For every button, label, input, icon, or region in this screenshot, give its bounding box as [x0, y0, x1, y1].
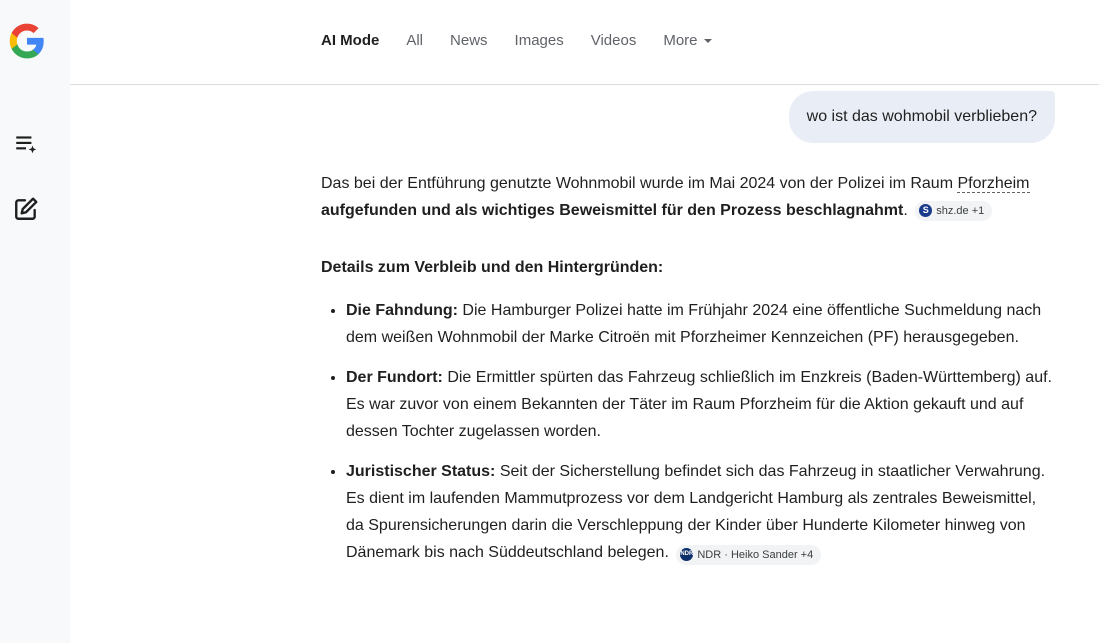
bullet-text: Die Ermittler spürten das Fahrzeug schli… — [346, 369, 1052, 440]
tab-images[interactable]: Images — [515, 31, 564, 51]
search-mode-tabs: AI Mode All News Images Videos More — [321, 31, 739, 51]
tab-more[interactable]: More — [663, 31, 712, 51]
answer-intro-end: . — [903, 202, 908, 219]
source-chip-label: NDR · Heiko Sander +4 — [697, 548, 814, 561]
tab-more-label: More — [663, 32, 698, 49]
tab-all[interactable]: All — [406, 31, 423, 51]
google-logo[interactable] — [8, 22, 46, 60]
details-list: Die Fahndung: Die Hamburger Polizei hatt… — [321, 297, 1056, 566]
tab-videos[interactable]: Videos — [591, 31, 637, 51]
google-g-logo-icon — [9, 23, 44, 59]
list-item: Juristischer Status: Seit der Sicherstel… — [346, 458, 1056, 566]
source-chip-ndr[interactable]: NDR NDR · Heiko Sander +4 — [676, 544, 822, 565]
list-item: Die Fahndung: Die Hamburger Polizei hatt… — [346, 297, 1056, 351]
answer-intro-bold: aufgefunden und als wichtiges Beweismitt… — [321, 202, 904, 219]
list-item: Der Fundort: Die Ermittler spürten das F… — [346, 364, 1056, 445]
sidebar — [0, 0, 70, 643]
source-chip-label: shz.de +1 — [936, 204, 985, 217]
user-message-bubble: wo ist das wohmobil verblieben? — [788, 91, 1055, 143]
top-navigation-bar: AI Mode All News Images Videos More — [70, 0, 1099, 85]
new-chat-list-button[interactable] — [9, 127, 43, 161]
source-chip-shz[interactable]: Sshz.de +1 — [915, 200, 993, 221]
ai-answer: Das bei der Entführung genutzte Wohnmobi… — [321, 170, 1056, 579]
tab-ai-mode[interactable]: AI Mode — [321, 31, 379, 51]
details-heading: Details zum Verbleib und den Hintergründ… — [321, 259, 664, 276]
edit-square-icon — [15, 197, 38, 220]
ndr-logo-icon: NDR — [680, 548, 694, 561]
answer-intro-text: Das bei der Entführung genutzte Wohnmobi… — [321, 175, 958, 192]
shz-logo-icon: S — [919, 204, 933, 217]
bullet-title: Die Fahndung: — [346, 302, 458, 319]
bullet-title: Juristischer Status: — [346, 463, 496, 480]
caret-down-icon — [703, 39, 712, 43]
edit-button[interactable] — [9, 192, 43, 226]
pforzheim-link[interactable]: Pforzheim — [957, 175, 1030, 193]
bullet-title: Der Fundort: — [346, 369, 443, 386]
user-message-text: wo ist das wohmobil verblieben? — [806, 108, 1037, 125]
playlist-add-icon — [16, 136, 37, 154]
answer-intro: Das bei der Entführung genutzte Wohnmobi… — [321, 170, 1056, 224]
tab-news[interactable]: News — [450, 31, 488, 51]
